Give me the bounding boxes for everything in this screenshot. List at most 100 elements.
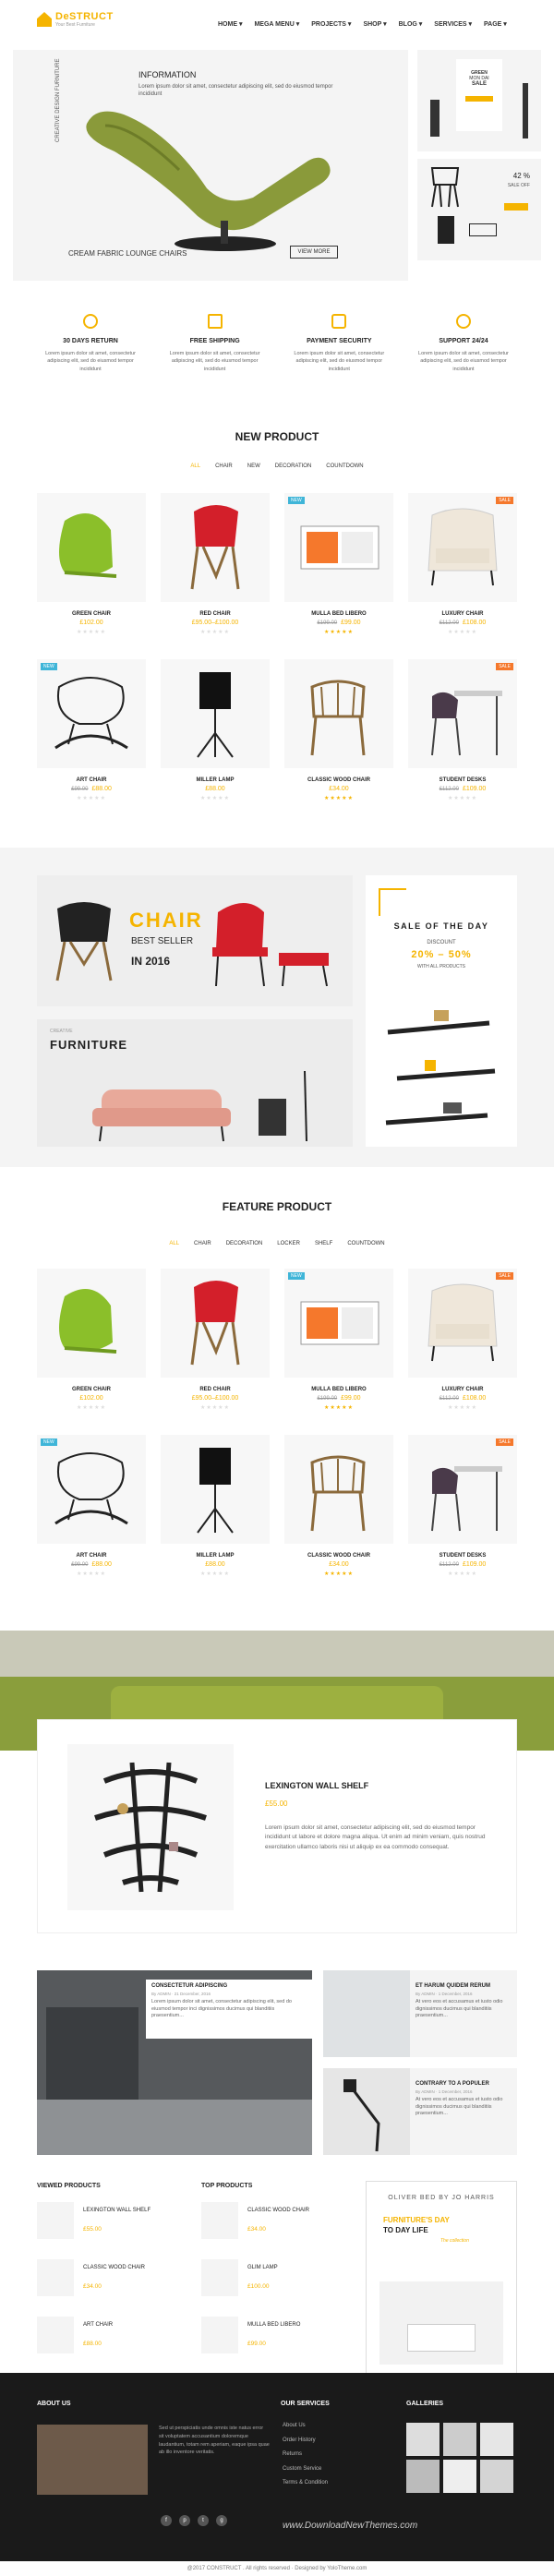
view-more-button[interactable]: VIEW MORE — [290, 246, 338, 259]
product-card[interactable]: SALE STUDENT DESKS £112.00 £109.00 ★★★★★ — [408, 1435, 517, 1601]
tab-locker[interactable]: LOCKER — [277, 1241, 300, 1246]
google-plus-icon[interactable]: g — [216, 2515, 227, 2526]
product-card[interactable]: SALE LUXURY CHAIR £112.00 £108.00 ★★★★★ — [408, 1269, 517, 1435]
twitter-icon[interactable]: t — [198, 2515, 209, 2526]
list-item[interactable]: LEXINGTON WALL SHELF £55.00 — [37, 2202, 185, 2259]
product-card[interactable]: GREEN CHAIR £102.00 ★★★★★ — [37, 1269, 146, 1435]
product-image[interactable] — [284, 659, 393, 768]
nav-shop[interactable]: SHOP ▾ — [363, 20, 386, 28]
tab-countdown[interactable]: COUNTDOWN — [347, 1241, 384, 1246]
footer-link[interactable]: Terms & Condition — [283, 2476, 328, 2491]
product-card[interactable]: CLASSIC WOOD CHAIR £34.00 ★★★★★ — [284, 1435, 393, 1601]
product-name[interactable]: LUXURY CHAIR — [408, 611, 517, 617]
product-card[interactable]: NEW MULLA BED LIBERO £199.00 £99.00 ★★★★★ — [284, 1269, 393, 1435]
chair-banner[interactable]: CHAIR BEST SELLER IN 2016 — [37, 875, 353, 1006]
product-image[interactable] — [161, 659, 270, 768]
product-image[interactable]: SALE — [408, 1269, 517, 1378]
side-banner-sale[interactable]: GREEN MON DAI SALE — [417, 50, 541, 151]
product-image[interactable]: SALE — [408, 659, 517, 768]
oliver-bed-banner[interactable]: OLIVER BED BY JO HARRIS FURNITURE'S DAY … — [366, 2181, 517, 2378]
furniture-banner[interactable]: CREATIVE FURNITURE — [37, 1019, 353, 1147]
nav-blog[interactable]: BLOG ▾ — [399, 20, 423, 28]
tab-all[interactable]: ALL — [190, 463, 200, 469]
facebook-icon[interactable]: f — [161, 2515, 172, 2526]
product-name[interactable]: GREEN CHAIR — [37, 611, 146, 617]
product-card[interactable]: NEW ART CHAIR £99.00 £88.00 ★★★★★ — [37, 659, 146, 825]
product-card[interactable]: MILLER LAMP £88.00 ★★★★★ — [161, 659, 270, 825]
sale-of-day-banner[interactable]: SALE OF THE DAY DISCOUNT 20% – 50% WITH … — [366, 875, 517, 1147]
pinterest-icon[interactable]: p — [179, 2515, 190, 2526]
product-image[interactable]: NEW — [37, 659, 146, 768]
product-image[interactable] — [161, 1269, 270, 1378]
product-image[interactable]: SALE — [408, 1435, 517, 1544]
product-name[interactable]: CLASSIC WOOD CHAIR — [284, 1553, 393, 1559]
logo[interactable]: DeSTRUCT Your Best Furniture — [37, 11, 114, 28]
product-name[interactable]: MULLA BED LIBERO — [284, 611, 393, 617]
tab-chair[interactable]: CHAIR — [194, 1241, 211, 1246]
footer-link[interactable]: Returns — [283, 2448, 328, 2462]
product-name[interactable]: RED CHAIR — [161, 611, 270, 617]
product-name[interactable]: MILLER LAMP — [161, 777, 270, 783]
list-item[interactable]: CLASSIC WOOD CHAIR £34.00 — [37, 2259, 185, 2317]
nav-projects[interactable]: PROJECTS ▾ — [311, 20, 351, 28]
tab-chair[interactable]: CHAIR — [215, 463, 233, 469]
product-card[interactable]: RED CHAIR £95.00–£100.00 ★★★★★ — [161, 1269, 270, 1435]
side-banner-percent[interactable]: 42 % SALE OFF — [417, 159, 541, 260]
nav-services[interactable]: SERVICES ▾ — [434, 20, 472, 28]
product-image[interactable]: NEW — [37, 1435, 146, 1544]
product-name[interactable]: LUXURY CHAIR — [408, 1387, 517, 1392]
product-card[interactable]: GREEN CHAIR £102.00 ★★★★★ — [37, 493, 146, 659]
product-name[interactable]: RED CHAIR — [161, 1387, 270, 1392]
tab-decoration[interactable]: DECORATION — [226, 1241, 263, 1246]
footer-link[interactable]: Order History — [283, 2434, 328, 2449]
tab-new[interactable]: NEW — [247, 463, 260, 469]
tab-countdown[interactable]: COUNTDOWN — [326, 463, 363, 469]
tab-shelf[interactable]: SHELF — [315, 1241, 332, 1246]
product-name[interactable]: GREEN CHAIR — [37, 1387, 146, 1392]
product-name[interactable]: MULLA BED LIBERO — [284, 1387, 393, 1392]
gallery-thumb[interactable] — [406, 2460, 440, 2493]
product-image[interactable]: SALE — [408, 493, 517, 602]
gallery-thumb[interactable] — [443, 2460, 476, 2493]
product-card[interactable]: NEW MULLA BED LIBERO £199.00 £99.00 ★★★★★ — [284, 493, 393, 659]
product-image[interactable]: NEW — [284, 1269, 393, 1378]
nav-page[interactable]: PAGE ▾ — [484, 20, 507, 28]
product-card[interactable]: SALE STUDENT DESKS £112.00 £109.00 ★★★★★ — [408, 659, 517, 825]
product-name[interactable]: STUDENT DESKS — [408, 777, 517, 783]
product-card[interactable]: RED CHAIR £95.00–£100.00 ★★★★★ — [161, 493, 270, 659]
product-name[interactable]: ART CHAIR — [37, 777, 146, 783]
tab-all[interactable]: ALL — [169, 1241, 179, 1246]
product-card[interactable]: NEW ART CHAIR £99.00 £88.00 ★★★★★ — [37, 1435, 146, 1601]
blog-title[interactable]: CONSECTETUR ADIPISCING — [151, 1983, 307, 1989]
list-item[interactable]: ART CHAIR £88.00 — [37, 2317, 185, 2374]
product-card[interactable]: SALE LUXURY CHAIR £112.00 £108.00 ★★★★★ — [408, 493, 517, 659]
gallery-thumb[interactable] — [480, 2460, 513, 2493]
product-image[interactable] — [161, 1435, 270, 1544]
list-item[interactable]: CLASSIC WOOD CHAIR £34.00 — [201, 2202, 349, 2259]
product-image[interactable]: NEW — [284, 493, 393, 602]
footer-link[interactable]: Custom Service — [283, 2462, 328, 2477]
gallery-thumb[interactable] — [406, 2423, 440, 2456]
footer-link[interactable]: About Us — [283, 2419, 328, 2434]
product-name[interactable]: STUDENT DESKS — [408, 1553, 517, 1559]
promo-title[interactable]: LEXINGTON WALL SHELF — [265, 1781, 368, 1790]
blog-post[interactable]: ET HARUM QUIDEM RERUM By ADMIN · 1 Decem… — [323, 1970, 517, 2057]
product-image[interactable] — [284, 1435, 393, 1544]
product-name[interactable]: ART CHAIR — [37, 1553, 146, 1559]
nav-mega-menu[interactable]: MEGA MENU ▾ — [254, 20, 299, 28]
gallery-thumb[interactable] — [443, 2423, 476, 2456]
nav-home[interactable]: HOME ▾ — [218, 20, 242, 28]
product-image[interactable] — [37, 1269, 146, 1378]
product-name[interactable]: CLASSIC WOOD CHAIR — [284, 777, 393, 783]
product-image[interactable] — [161, 493, 270, 602]
product-image[interactable] — [37, 493, 146, 602]
list-item[interactable]: MULLA BED LIBERO £99.00 — [201, 2317, 349, 2374]
tab-decoration[interactable]: DECORATION — [275, 463, 312, 469]
product-card[interactable]: CLASSIC WOOD CHAIR £34.00 ★★★★★ — [284, 659, 393, 825]
blog-title[interactable]: ET HARUM QUIDEM RERUM — [416, 1983, 513, 1989]
list-item[interactable]: GLIM LAMP £100.00 — [201, 2259, 349, 2317]
gallery-thumb[interactable] — [480, 2423, 513, 2456]
product-name[interactable]: MILLER LAMP — [161, 1553, 270, 1559]
product-card[interactable]: MILLER LAMP £88.00 ★★★★★ — [161, 1435, 270, 1601]
blog-title[interactable]: CONTRARY TO A POPULER — [416, 2081, 513, 2087]
